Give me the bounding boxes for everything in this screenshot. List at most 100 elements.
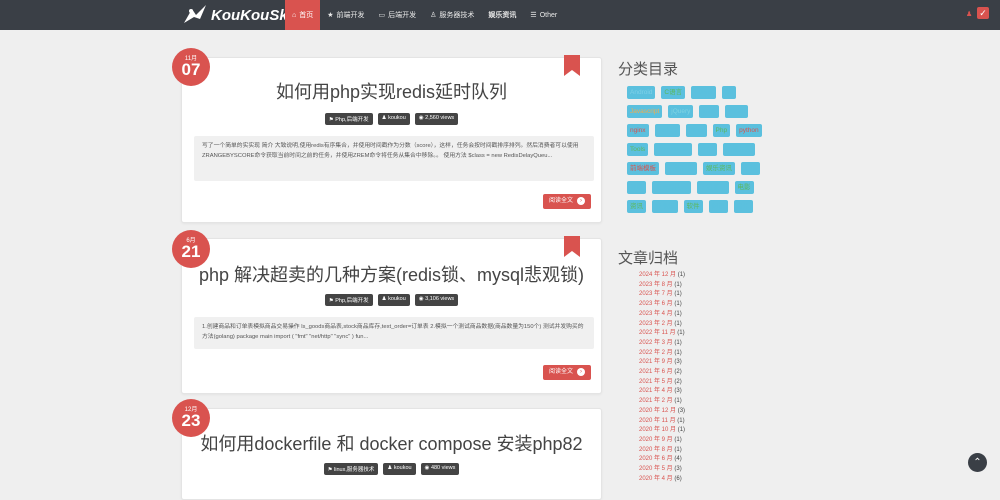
archive-item: 2020 年 5 月 (3) (639, 465, 759, 475)
archive-count: (1) (674, 339, 682, 346)
category-tag-link[interactable]: Wordpress (654, 143, 692, 156)
site-logo-text: KouKouSky (211, 6, 297, 24)
archive-item: 2020 年 8 月 (1) (639, 446, 759, 456)
archive-count: (1) (674, 398, 682, 405)
archive-link[interactable]: 2021 年 4 月 (639, 388, 673, 394)
author-tag[interactable]: ♟ koukou (383, 463, 416, 475)
category-tag-link[interactable]: other (685, 124, 707, 137)
bird-logo-icon (184, 5, 206, 23)
category-tag-link[interactable]: linux (699, 105, 719, 118)
user-icon[interactable]: ♟ (966, 10, 972, 18)
category-row: Javascript jQuery linux Mysql (627, 105, 797, 118)
category-tag-link[interactable]: 轻小说 (652, 200, 678, 213)
nav-label: Other (539, 11, 558, 19)
nav-item-home[interactable]: ⌂ 首页 (285, 0, 321, 30)
category-tag-link[interactable]: 服务器技术 (652, 181, 691, 194)
archive-link[interactable]: 2020 年 5 月 (639, 466, 673, 472)
views-label: 2,560 views (425, 115, 455, 121)
nav-item-backend[interactable]: ▭ 后端开发 (372, 0, 424, 30)
post-title[interactable]: php 解决超卖的几种方案(redis锁、mysql悲观锁) (182, 261, 601, 287)
archive-item: 2020 年 10 月 (1) (639, 426, 759, 436)
category-tag-link[interactable]: Go (721, 86, 737, 99)
back-to-top-button[interactable]: ⌃ (968, 453, 987, 472)
archive-item: 2022 年 2 月 (1) (639, 349, 759, 359)
archive-link[interactable]: 2020 年 6 月 (639, 456, 673, 462)
archive-link[interactable]: 2021 年 6 月 (639, 369, 673, 375)
category-tag-link[interactable]: nginx (627, 124, 649, 137)
category-tag-link[interactable]: Cocos (691, 86, 716, 99)
post-meta: ⚑ Php,后端开发 ♟ koukou ◉ 2,560 views (182, 113, 601, 125)
archive-count: (1) (674, 349, 682, 356)
archive-link[interactable]: 2020 年 4 月 (639, 476, 673, 482)
category-tag-link[interactable]: 资讯 (627, 200, 646, 213)
category-tag-link[interactable]: nodejs (654, 124, 680, 137)
category-tag-link[interactable]: Javascript (627, 105, 663, 118)
views-tag: ◉ 2,560 views (414, 113, 459, 125)
category-tag-link[interactable]: Tools (627, 143, 649, 156)
category-tag-link[interactable]: C语言 (661, 86, 686, 99)
category-label: Php,后端开发 (335, 298, 369, 304)
archive-item: 2020 年 9 月 (1) (639, 436, 759, 446)
archive-link[interactable]: 2020 年 10 月 (639, 427, 676, 433)
category-tag-link[interactable]: 前端开发 (722, 143, 755, 156)
category-tag-link[interactable]: 软件 (683, 200, 703, 213)
author-tag[interactable]: ♟ koukou (377, 294, 410, 306)
archive-link[interactable]: 2020 年 12 月 (639, 408, 676, 414)
archive-link[interactable]: 2022 年 11 月 (639, 330, 676, 336)
archive-link[interactable]: 2023 年 4 月 (639, 311, 673, 317)
post-title[interactable]: 如何用dockerfile 和 docker compose 安装php82 (182, 430, 601, 456)
archive-link[interactable]: 2024 年 12 月 (639, 272, 676, 278)
category-label: linux,服务器技术 (334, 467, 375, 473)
checkbox-icon[interactable]: ✓ (977, 7, 989, 19)
category-tag-link[interactable]: 产品 (697, 143, 717, 156)
category-row: 资讯 轻小说 软件 闲谈 音乐 (627, 200, 797, 213)
category-tag[interactable]: ⚑ Php,后端开发 (324, 113, 373, 125)
read-more-button[interactable]: 阅读全文 › (542, 194, 591, 209)
category-tag-link[interactable]: 电影 (734, 181, 754, 194)
archive-link[interactable]: 2023 年 8 月 (639, 282, 673, 288)
category-tag-link[interactable]: Android (627, 86, 656, 99)
nav-item-entertainment[interactable]: 娱乐资讯 (481, 0, 523, 30)
category-tag-link[interactable]: 心情 (741, 162, 760, 175)
archive-link[interactable]: 2021 年 2 月 (639, 398, 673, 404)
category-tag-link[interactable]: Php (712, 124, 731, 137)
archive-link[interactable]: 2022 年 2 月 (639, 350, 673, 356)
archive-count: (1) (674, 301, 682, 308)
post-excerpt: 写了一个简单的实实现 简介 大致说明,使用redis有序集合，并使用时间戳作为分… (194, 136, 594, 181)
category-tag-link[interactable]: Mysql (724, 105, 748, 118)
site-logo[interactable]: KouKouSky (182, 3, 296, 27)
category-tag-link[interactable]: 生活随记 (696, 181, 729, 194)
archive-link[interactable]: 2020 年 8 月 (639, 447, 673, 453)
category-tag-link[interactable]: python (736, 124, 762, 137)
archive-link[interactable]: 2023 年 2 月 (639, 321, 673, 327)
category-tag-link[interactable]: 娱乐资讯 (703, 162, 735, 175)
nav-item-server[interactable]: ♙ 服务器技术 (423, 0, 481, 30)
nav-item-frontend[interactable]: ★ 前端开发 (320, 0, 371, 30)
author-tag[interactable]: ♟ koukou (377, 113, 410, 125)
category-tag[interactable]: ⚑ linux,服务器技术 (323, 463, 379, 475)
archive-item: 2023 年 8 月 (1) (639, 281, 759, 291)
category-tag-link[interactable]: 后端开发 (665, 162, 697, 175)
home-icon: ⌂ (292, 11, 297, 19)
archive-link[interactable]: 2022 年 3 月 (639, 340, 673, 346)
server-icon: ♙ (430, 12, 437, 19)
category-row: Tools Wordpress 产品 前端开发 (627, 143, 797, 156)
archive-link[interactable]: 2023 年 6 月 (639, 301, 673, 307)
read-more-button[interactable]: 阅读全文 › (542, 365, 591, 380)
archive-count: (1) (674, 436, 682, 443)
archive-link[interactable]: 2023 年 7 月 (639, 291, 673, 297)
archive-count: (2) (674, 369, 682, 376)
archive-link[interactable]: 2021 年 5 月 (639, 379, 673, 385)
archive-link[interactable]: 2020 年 9 月 (639, 437, 673, 443)
category-tag-link[interactable]: 闲谈 (708, 200, 728, 213)
category-tag-link[interactable]: 前端模板 (627, 162, 659, 175)
category-tag-link[interactable]: 音乐 (733, 200, 753, 213)
category-tag[interactable]: ⚑ Php,后端开发 (324, 294, 373, 306)
archive-link[interactable]: 2021 年 9 月 (639, 359, 673, 365)
archive-count: (3) (674, 388, 682, 395)
archive-link[interactable]: 2020 年 11 月 (639, 418, 676, 424)
category-tag-link[interactable]: jQuery (668, 105, 694, 118)
post-title[interactable]: 如何用php实现redis延时队列 (182, 78, 601, 104)
nav-item-other[interactable]: ☰ Other (523, 0, 564, 30)
category-tag-link[interactable]: 摄影 (627, 181, 646, 194)
